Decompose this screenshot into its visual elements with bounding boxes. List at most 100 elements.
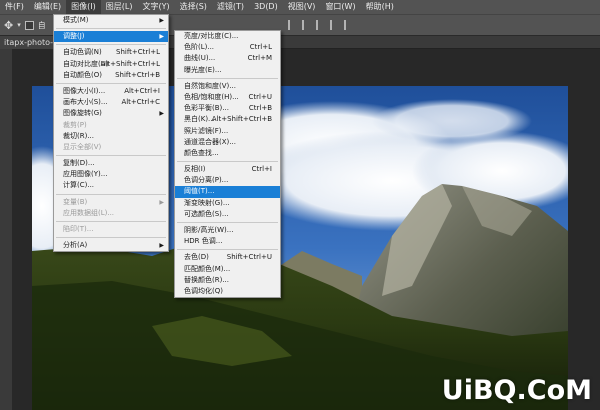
menu-item-label: 应用数据组(L)... xyxy=(63,208,115,217)
menu-bar: 件(F) 编辑(E) 图像(I) 图层(L) 文字(Y) 选择(S) 滤镜(T) 3D(D) 视… xyxy=(0,0,600,14)
align-top-icon[interactable] xyxy=(330,20,338,30)
auto-select-checkbox[interactable] xyxy=(24,20,34,30)
shortcut-label: Shift+Ctrl+U xyxy=(226,253,272,262)
adjust-menu-item-1[interactable]: 色阶(L)... Ctrl+L xyxy=(175,42,280,53)
submenu-arrow-icon: ▶ xyxy=(159,198,164,206)
adjust-menu-item-17[interactable]: 可选颜色(S)... xyxy=(175,209,280,220)
image-menu-item-8[interactable]: 图像大小(I)... Alt+Ctrl+I xyxy=(54,86,168,97)
menu-item-label: 替换颜色(R)... xyxy=(184,275,230,284)
menu-item-label: 阴影/高光(W)... xyxy=(184,226,234,234)
align-buttons xyxy=(288,20,352,30)
watermark: UiBQ.CoM xyxy=(441,375,592,406)
menu-item-label: 曝光度(E)... xyxy=(184,65,222,74)
menu-separator xyxy=(177,161,278,163)
menu-select[interactable]: 选择(S) xyxy=(175,0,212,14)
image-menu-item-2[interactable]: 调整(J) ▶ xyxy=(54,31,168,43)
menu-separator xyxy=(56,44,166,46)
menu-type[interactable]: 文字(Y) xyxy=(137,0,174,14)
menu-item-label: 自动颜色(O) xyxy=(63,70,102,79)
adjust-menu-item-2[interactable]: 曲线(U)... Ctrl+M xyxy=(175,53,280,64)
shortcut-label: Ctrl+M xyxy=(247,54,272,63)
adjust-menu-item-0[interactable]: 亮度/对比度(C)... xyxy=(175,31,280,42)
adjust-menu-item-6[interactable]: 色相/饱和度(H)... Ctrl+U xyxy=(175,92,280,103)
adjust-menu-item-5[interactable]: 自然饱和度(V)... xyxy=(175,81,280,92)
menu-3d[interactable]: 3D(D) xyxy=(249,0,283,14)
menu-item-label: 通道混合器(X)... xyxy=(184,137,236,146)
menu-layer[interactable]: 图层(L) xyxy=(101,0,138,14)
menu-item-label: 颜色查找... xyxy=(184,148,219,157)
image-menu-item-24[interactable]: 分析(A) ▶ xyxy=(54,240,168,251)
adjust-menu-item-13[interactable]: 反相(I) Ctrl+I xyxy=(175,164,280,175)
adjust-menu-item-19[interactable]: 阴影/高光(W)... xyxy=(175,225,280,236)
image-menu-item-4[interactable]: 自动色调(N) Shift+Ctrl+L xyxy=(54,47,168,58)
shortcut-label: Ctrl+U xyxy=(248,92,272,101)
menu-item-label: 自然饱和度(V)... xyxy=(184,81,236,90)
align-center-icon[interactable] xyxy=(302,20,310,30)
menu-window[interactable]: 窗口(W) xyxy=(320,0,360,14)
align-left-icon[interactable] xyxy=(288,20,296,30)
chevron-down-icon[interactable]: ▾ xyxy=(17,21,21,29)
adjust-menu-item-23[interactable]: 匹配颜色(M)... xyxy=(175,264,280,275)
adjust-menu-item-8[interactable]: 黑白(K)... Alt+Shift+Ctrl+B xyxy=(175,114,280,125)
menu-separator xyxy=(177,77,278,79)
image-menu-item-10[interactable]: 图像旋转(G) ▶ xyxy=(54,108,168,119)
adjust-menu-item-7[interactable]: 色彩平衡(B)... Ctrl+B xyxy=(175,103,280,114)
menu-separator xyxy=(56,237,166,239)
menu-item-label: 变量(B) xyxy=(63,197,88,206)
menu-separator xyxy=(56,82,166,84)
adjust-menu-item-15[interactable]: 阈值(T)... xyxy=(175,186,280,198)
image-menu-item-15[interactable]: 复制(D)... xyxy=(54,158,168,169)
menu-image[interactable]: 图像(I) xyxy=(66,0,101,14)
menu-item-label: 反相(I) xyxy=(184,165,206,174)
adjust-menu-item-25[interactable]: 色调均化(Q) xyxy=(175,286,280,297)
menu-help[interactable]: 帮助(H) xyxy=(361,0,399,14)
image-menu-item-17[interactable]: 计算(C)... xyxy=(54,180,168,191)
menu-item-label: 图像大小(I)... xyxy=(63,86,106,95)
tools-panel xyxy=(0,49,12,410)
menu-item-label: 模式(M) xyxy=(63,16,89,24)
menu-edit[interactable]: 编辑(E) xyxy=(29,0,66,14)
menu-item-label: 图像旋转(G) xyxy=(63,109,102,118)
align-right-icon[interactable] xyxy=(316,20,324,30)
menu-item-label: 阈值(T)... xyxy=(184,187,215,196)
menu-item-label: HDR 色调... xyxy=(184,237,223,246)
image-menu-item-16[interactable]: 应用图像(Y)... xyxy=(54,169,168,180)
adjust-menu-item-3[interactable]: 曝光度(E)... xyxy=(175,65,280,76)
adjust-menu-item-9[interactable]: 照片滤镜(F)... xyxy=(175,126,280,137)
image-menu-item-22: 陷印(T)... xyxy=(54,224,168,235)
menu-item-label: 色调分离(P)... xyxy=(184,176,229,185)
menu-item-label: 色相/饱和度(H)... xyxy=(184,92,239,101)
menu-item-label: 陷印(T)... xyxy=(63,225,94,233)
submenu-arrow-icon: ▶ xyxy=(159,17,164,24)
image-menu-item-12[interactable]: 裁切(R)... xyxy=(54,131,168,142)
image-menu-item-9[interactable]: 画布大小(S)... Alt+Ctrl+C xyxy=(54,97,168,108)
adjust-menu-item-20[interactable]: HDR 色调... xyxy=(175,236,280,247)
move-tool-icon[interactable]: ✥ xyxy=(4,19,13,32)
menu-item-label: 调整(J) xyxy=(63,32,85,41)
align-middle-icon[interactable] xyxy=(344,20,352,30)
menu-item-label: 计算(C)... xyxy=(63,181,95,190)
menu-item-label: 色彩平衡(B)... xyxy=(184,104,229,113)
auto-select-label: 自 xyxy=(37,20,46,30)
adjust-menu-item-16[interactable]: 渐变映射(G)... xyxy=(175,198,280,209)
image-menu-item-20: 应用数据组(L)... xyxy=(54,208,168,219)
shortcut-label: Ctrl+B xyxy=(248,104,272,113)
menu-view[interactable]: 视图(V) xyxy=(283,0,321,14)
menu-filter[interactable]: 滤镜(T) xyxy=(212,0,249,14)
menu-file[interactable]: 件(F) xyxy=(0,0,29,14)
menu-separator xyxy=(177,222,278,223)
menu-item-label: 亮度/对比度(C)... xyxy=(184,32,239,40)
document-tab[interactable]: itapx-photo-28 xyxy=(0,36,56,49)
adjust-menu-item-10[interactable]: 通道混合器(X)... xyxy=(175,137,280,148)
menu-item-label: 照片滤镜(F)... xyxy=(184,126,229,135)
adjust-menu-item-11[interactable]: 颜色查找... xyxy=(175,148,280,159)
image-menu-item-0[interactable]: 模式(M) ▶ xyxy=(54,15,168,26)
image-menu-item-6[interactable]: 自动颜色(O) Shift+Ctrl+B xyxy=(54,70,168,81)
adjust-menu-item-14[interactable]: 色调分离(P)... xyxy=(175,175,280,186)
adjust-menu-item-24[interactable]: 替换颜色(R)... xyxy=(175,275,280,286)
image-menu-item-5[interactable]: 自动对比度(U) Alt+Shift+Ctrl+L xyxy=(54,59,168,70)
submenu-arrow-icon: ▶ xyxy=(159,110,164,118)
menu-item-label: 匹配颜色(M)... xyxy=(184,264,231,273)
image-menu: 模式(M) ▶ 调整(J) ▶ 自动色调(N) Shift+Ctrl+L 自动对比度(U) A… xyxy=(53,14,169,253)
adjust-menu-item-22[interactable]: 去色(D) Shift+Ctrl+U xyxy=(175,252,280,263)
